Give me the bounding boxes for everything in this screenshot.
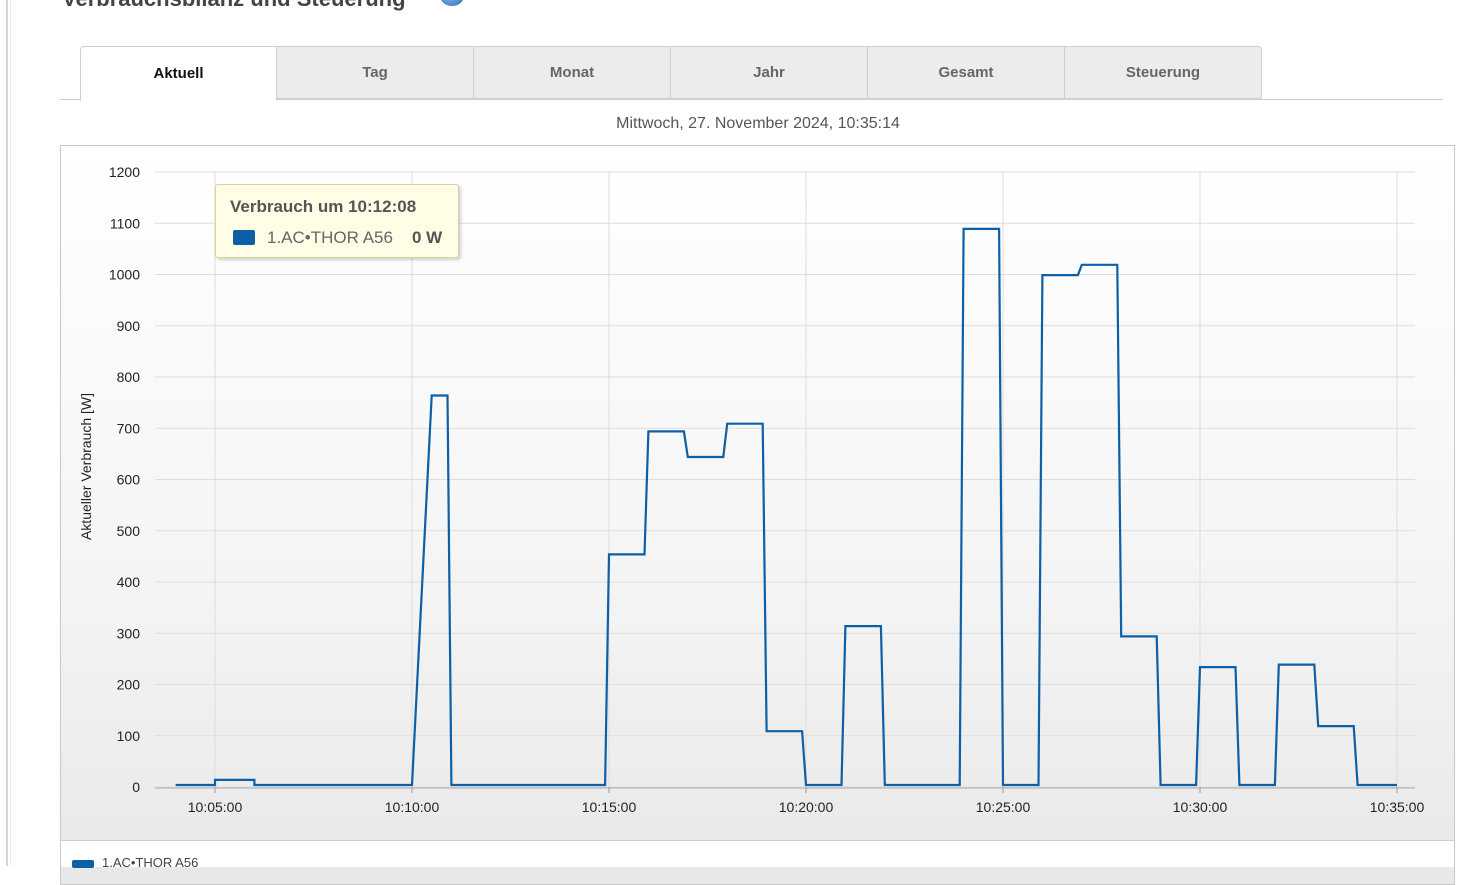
y-tick-label: 1000	[109, 267, 140, 283]
tooltip-title: Verbrauch um 10:12:08	[230, 197, 417, 216]
y-tick-label: 800	[117, 369, 141, 385]
y-axis-label: Aktueller Verbrauch [W]	[78, 393, 94, 540]
y-tick-label: 1200	[109, 164, 140, 180]
y-tick-label: 100	[117, 728, 141, 744]
tooltip-swatch	[233, 230, 255, 245]
y-tick-label: 900	[117, 318, 141, 334]
legend-label[interactable]: 1.AC•THOR A56	[102, 855, 198, 870]
tooltip-value: 0 W	[412, 228, 443, 247]
y-tick-label: 700	[117, 420, 141, 436]
legend-swatch[interactable]	[72, 860, 94, 868]
y-tick-label: 1100	[110, 215, 140, 231]
y-tick-label: 400	[117, 574, 141, 590]
x-tick-label: 10:30:00	[1173, 799, 1228, 815]
consumption-chart[interactable]: 0 100 200 300 400 500 600 700 800 900 1000 1100 1200…	[0, 0, 1473, 866]
x-tick-label: 10:05:00	[188, 799, 243, 815]
y-tick-label: 200	[117, 677, 141, 693]
series-line-0	[175, 227, 1397, 787]
chart-tooltip: Verbrauch um 10:12:08 1.AC•THOR A56 0 W	[215, 184, 459, 258]
y-tick-label: 600	[117, 472, 141, 488]
y-tick-label: 500	[117, 523, 141, 539]
x-tick-label: 10:20:00	[779, 799, 834, 815]
y-tick-label: 300	[117, 625, 141, 641]
x-tick-label: 10:25:00	[976, 799, 1031, 815]
y-tick-label: 0	[132, 779, 140, 795]
x-tick-label: 10:15:00	[582, 799, 637, 815]
x-tick-label: 10:10:00	[385, 799, 440, 815]
tooltip-series: 1.AC•THOR A56	[267, 228, 393, 247]
legend-strip	[61, 840, 1454, 867]
x-tick-label: 10:35:00	[1370, 799, 1425, 815]
